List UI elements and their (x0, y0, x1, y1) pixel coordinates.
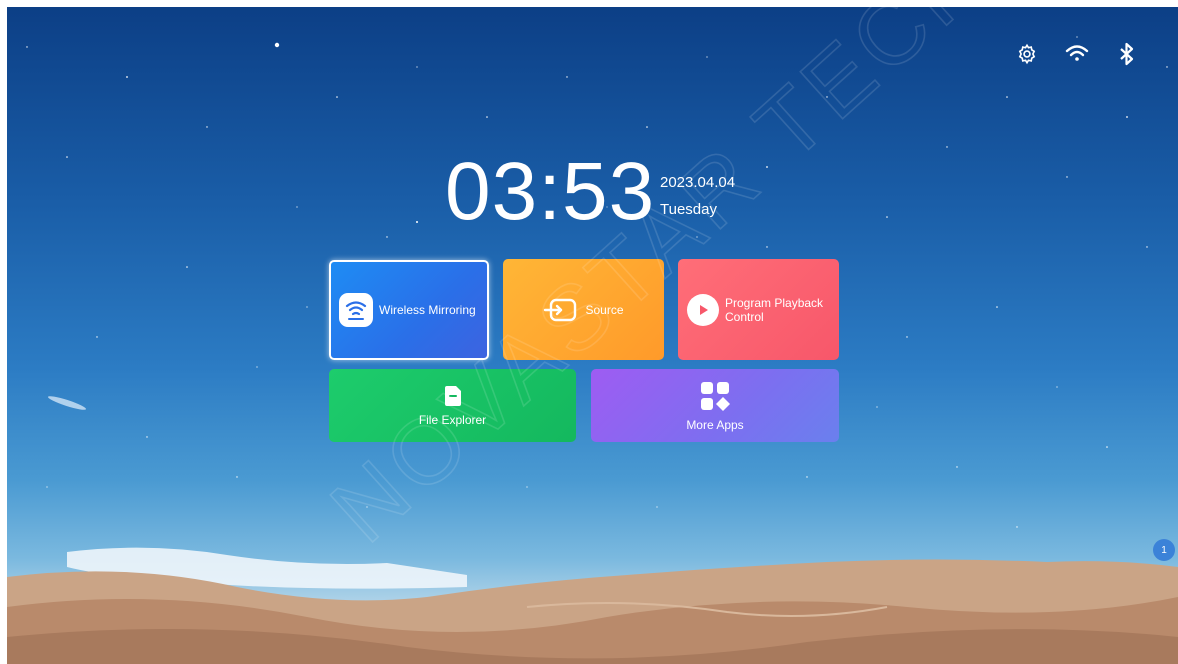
notification-badge[interactable]: 1 (1153, 539, 1175, 561)
program-playback-label-line1: Program Playback (725, 295, 824, 310)
more-apps-tile[interactable]: More Apps (591, 369, 839, 442)
apps-grid-icon (699, 380, 731, 412)
date-block: 2023.04.04 Tuesday (660, 172, 735, 226)
weekday-text: Tuesday (660, 201, 717, 218)
status-icons (1014, 41, 1140, 67)
gear-icon[interactable] (1014, 41, 1040, 67)
folder-icon (443, 385, 463, 407)
more-apps-label: More Apps (686, 417, 744, 432)
wireless-mirroring-tile[interactable]: Wireless Mirroring (329, 260, 489, 360)
wifi-icon[interactable] (1064, 41, 1090, 67)
file-explorer-tile[interactable]: File Explorer (329, 369, 576, 442)
source-label: Source (585, 302, 624, 317)
program-playback-tile[interactable]: Program Playback Control (678, 259, 839, 360)
wireless-mirroring-label: Wireless Mirroring (379, 303, 476, 317)
bluetooth-icon[interactable] (1114, 41, 1140, 67)
clock-time: 03:53 (445, 146, 656, 237)
program-playback-label-line2: Control (725, 309, 764, 324)
wireless-mirroring-icon (339, 293, 373, 327)
play-icon (687, 293, 719, 326)
program-playback-label: Program Playback Control (725, 296, 823, 324)
source-icon (543, 298, 577, 322)
source-tile[interactable]: Source (503, 259, 664, 360)
file-explorer-label: File Explorer (418, 412, 487, 427)
date-text: 2023.04.04 (660, 174, 736, 191)
launcher-screen: 03:53 2023.04.04 Tuesday Wireless Mirror… (7, 7, 1178, 664)
